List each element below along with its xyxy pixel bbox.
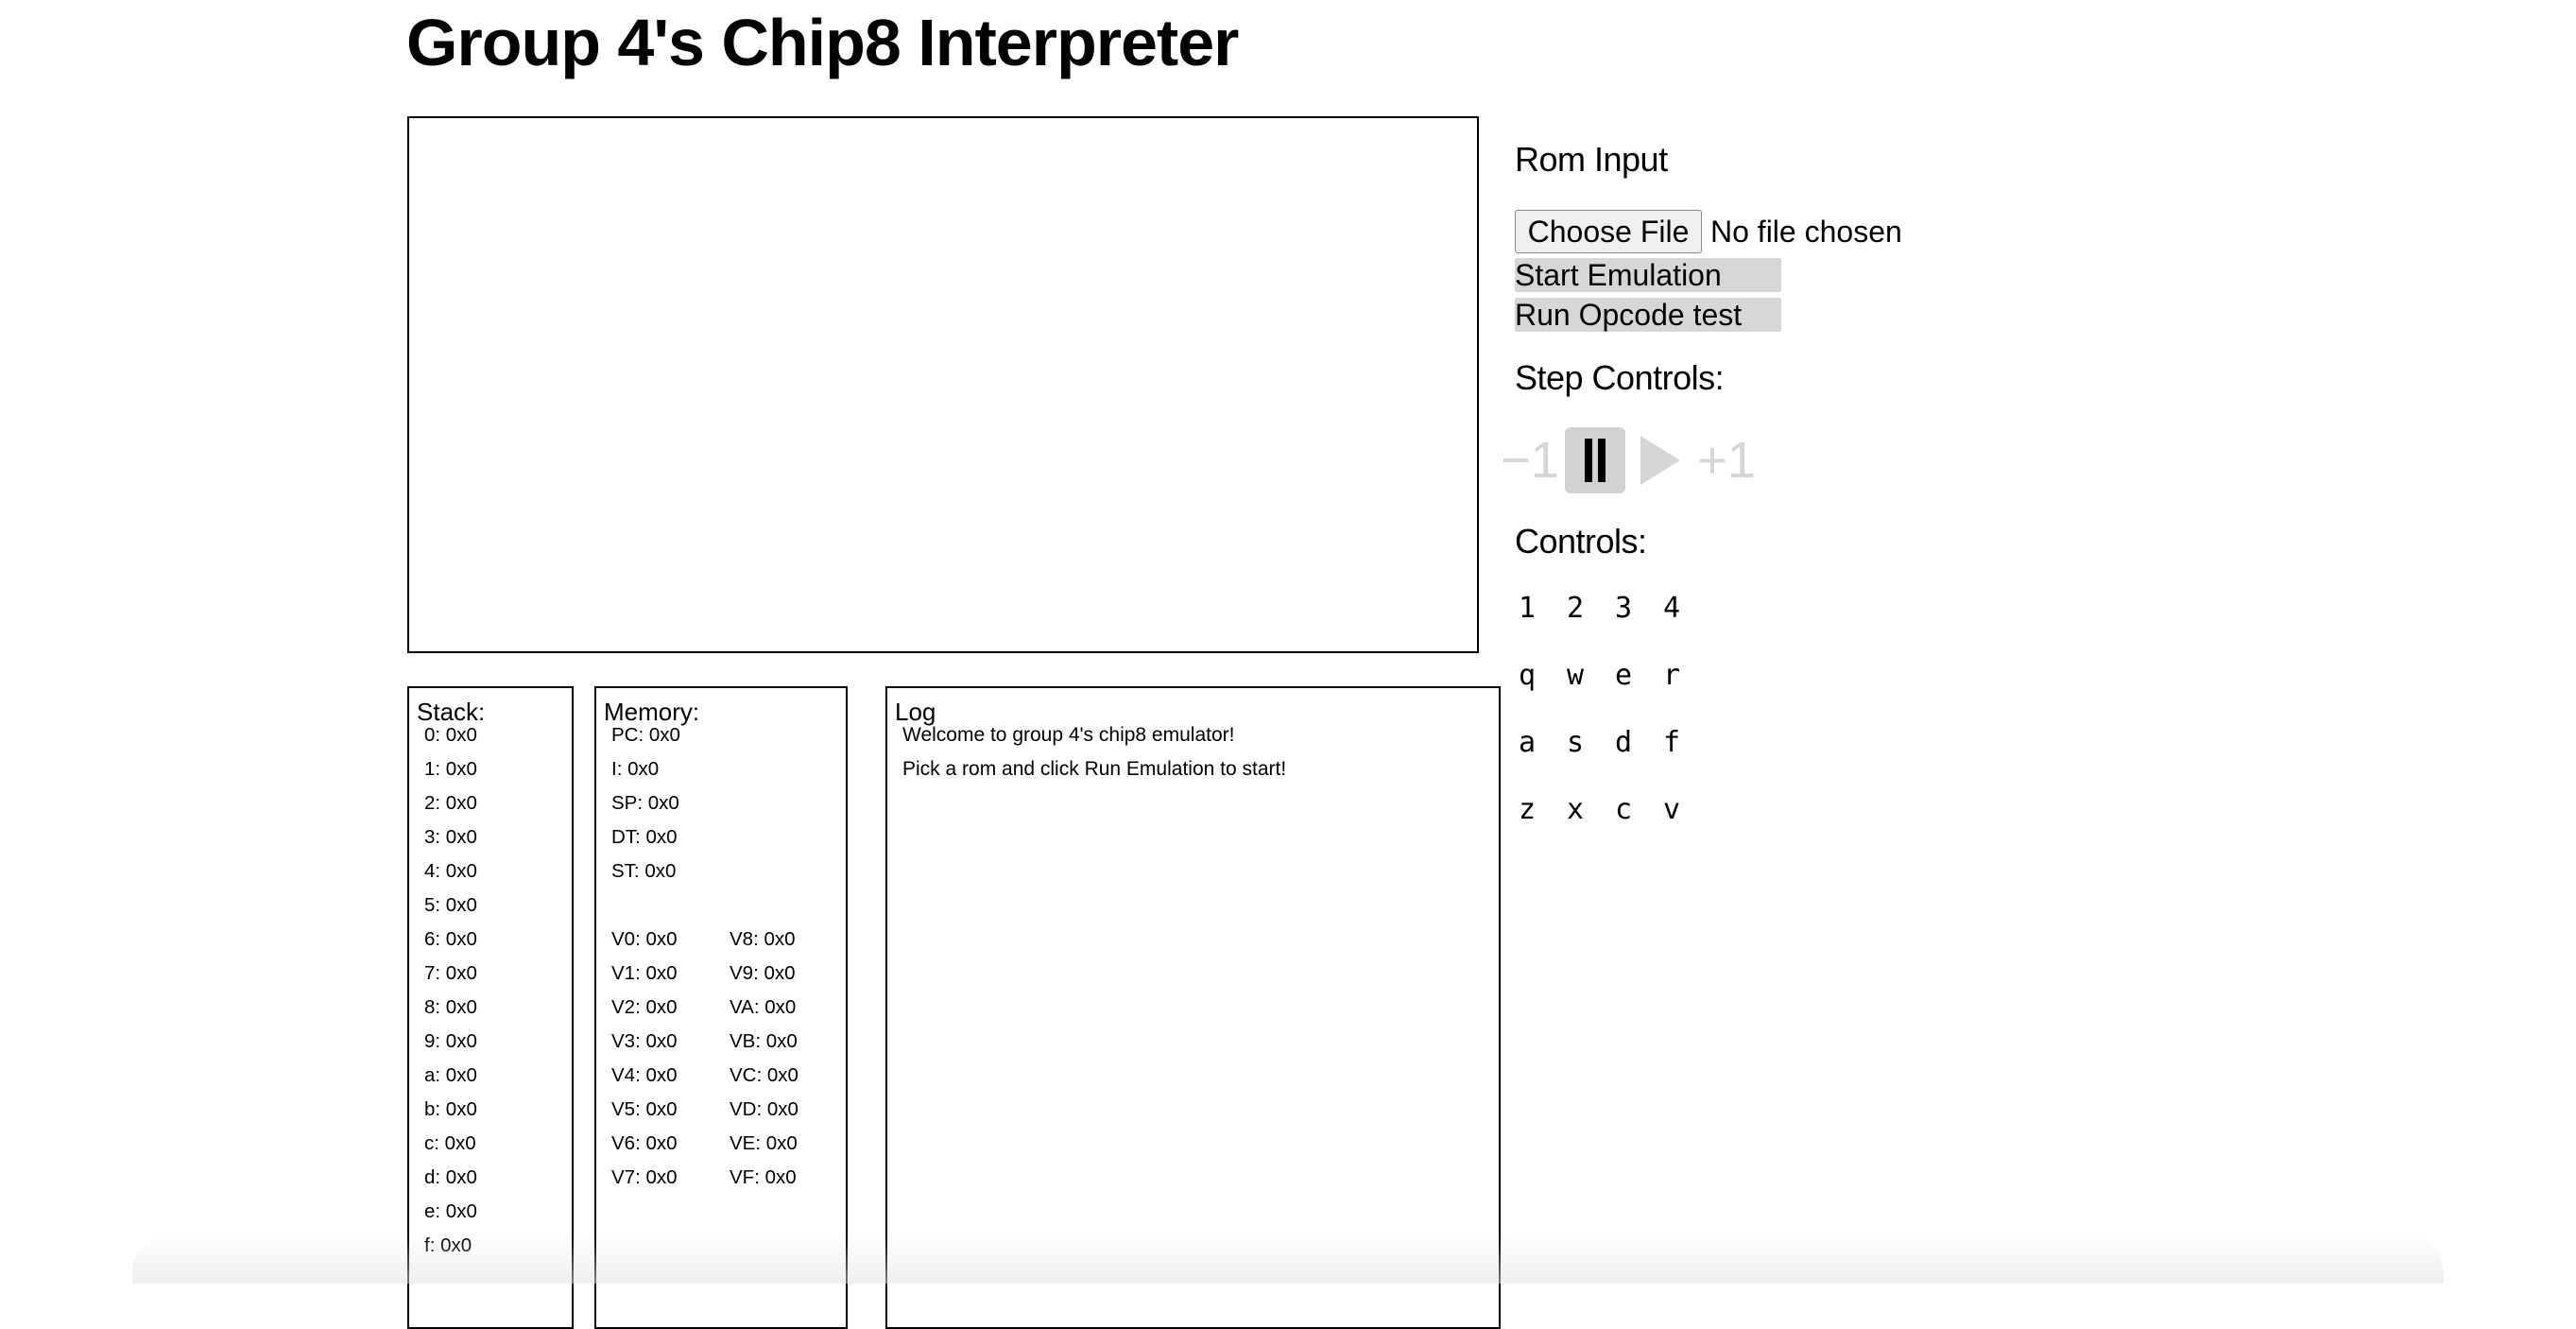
keypad-key[interactable]: 4 (1653, 590, 1691, 628)
memory-v-register: V3: 0x0 (611, 1030, 678, 1052)
file-status-label: No file chosen (1710, 215, 1902, 249)
pause-icon (1582, 439, 1608, 482)
memory-v-register: VE: 0x0 (730, 1132, 798, 1154)
memory-special-register: I: 0x0 (611, 758, 660, 780)
run-opcode-test-button[interactable]: Run Opcode test (1515, 298, 1781, 332)
log-message-instruction: Pick a rom and click Run Emulation to st… (902, 756, 1286, 783)
keypad-key[interactable]: 3 (1605, 590, 1642, 628)
step-back-button[interactable]: −1 (1501, 427, 1559, 493)
play-icon (1640, 436, 1680, 485)
memory-v-register: V4: 0x0 (611, 1064, 678, 1086)
log-message-welcome: Welcome to group 4's chip8 emulator! (902, 724, 1235, 746)
memory-v-register: VF: 0x0 (730, 1166, 797, 1188)
pause-button[interactable] (1565, 427, 1625, 493)
keypad-key[interactable]: w (1556, 657, 1594, 695)
stack-entry: 6: 0x0 (424, 928, 477, 950)
keypad-key[interactable]: 1 (1508, 590, 1546, 628)
keypad-key[interactable]: a (1508, 724, 1546, 762)
memory-v-register: V0: 0x0 (611, 928, 678, 950)
start-emulation-button[interactable]: Start Emulation (1515, 258, 1781, 292)
memory-v-register: VB: 0x0 (730, 1030, 798, 1052)
memory-v-register: V5: 0x0 (611, 1098, 678, 1120)
stack-entry: f: 0x0 (424, 1234, 472, 1256)
keypad-key[interactable]: f (1653, 724, 1691, 762)
keypad-key[interactable]: 2 (1556, 590, 1594, 628)
keypad-key[interactable]: q (1508, 657, 1546, 695)
memory-v-register: VD: 0x0 (730, 1098, 799, 1120)
keypad-key[interactable]: d (1605, 724, 1642, 762)
stack-entry: 5: 0x0 (424, 894, 477, 916)
stack-entry: b: 0x0 (424, 1098, 477, 1120)
memory-special-register: ST: 0x0 (611, 860, 677, 882)
stack-entry: 4: 0x0 (424, 860, 477, 882)
stack-entry: 0: 0x0 (424, 724, 477, 746)
memory-v-register: V2: 0x0 (611, 996, 678, 1018)
step-forward-button[interactable]: +1 (1693, 427, 1760, 493)
stack-entry: d: 0x0 (424, 1166, 477, 1188)
memory-v-register: VC: 0x0 (730, 1064, 799, 1086)
memory-panel: Memory: PC: 0x0 I: 0x0 SP: 0x0 DT: 0x0 ST: 0… (594, 686, 848, 1329)
memory-special-register: DT: 0x0 (611, 826, 678, 848)
stack-entry: 2: 0x0 (424, 792, 477, 814)
log-instruction-prefix: Pick a rom and click (902, 758, 1085, 780)
chip8-display-canvas (407, 116, 1479, 653)
stack-entry: 8: 0x0 (424, 996, 477, 1018)
rom-input-heading: Rom Input (1515, 140, 1668, 179)
stack-entry: e: 0x0 (424, 1200, 477, 1222)
log-panel: Log Welcome to group 4's chip8 emulator!… (885, 686, 1501, 1329)
keypad-key[interactable]: r (1653, 657, 1691, 695)
memory-v-register: V6: 0x0 (611, 1132, 678, 1154)
stack-entry: 3: 0x0 (424, 826, 477, 848)
memory-v-register: VA: 0x0 (730, 996, 797, 1018)
step-controls-heading: Step Controls: (1515, 358, 1725, 397)
stack-entry: 9: 0x0 (424, 1030, 477, 1052)
keypad-key[interactable]: z (1508, 791, 1546, 829)
memory-v-register: V8: 0x0 (730, 928, 796, 950)
stack-entry: 1: 0x0 (424, 758, 477, 780)
log-instruction-emphasis: Run Emulation (1084, 758, 1215, 780)
stack-panel: Stack: 0: 0x0 1: 0x0 2: 0x0 3: 0x0 4: 0x0 5: … (407, 686, 574, 1329)
stack-entry: 7: 0x0 (424, 962, 477, 984)
keypad-key[interactable]: e (1605, 657, 1642, 695)
memory-v-register: V9: 0x0 (730, 962, 796, 984)
keypad-key[interactable]: s (1556, 724, 1594, 762)
memory-v-register: V7: 0x0 (611, 1166, 678, 1188)
play-button[interactable] (1637, 427, 1684, 493)
keypad-key[interactable]: c (1605, 791, 1642, 829)
stack-entry: c: 0x0 (424, 1132, 476, 1154)
choose-file-button[interactable]: Choose File (1515, 210, 1702, 253)
memory-special-register: PC: 0x0 (611, 724, 680, 746)
log-instruction-suffix: to start! (1214, 758, 1287, 780)
stack-entry: a: 0x0 (424, 1064, 477, 1086)
keypad-key[interactable]: x (1556, 791, 1594, 829)
controls-heading: Controls: (1515, 522, 1647, 561)
keypad-key[interactable]: v (1653, 791, 1691, 829)
memory-v-register: V1: 0x0 (611, 962, 678, 984)
memory-special-register: SP: 0x0 (611, 792, 679, 814)
page-title: Group 4's Chip8 Interpreter (406, 6, 1239, 79)
